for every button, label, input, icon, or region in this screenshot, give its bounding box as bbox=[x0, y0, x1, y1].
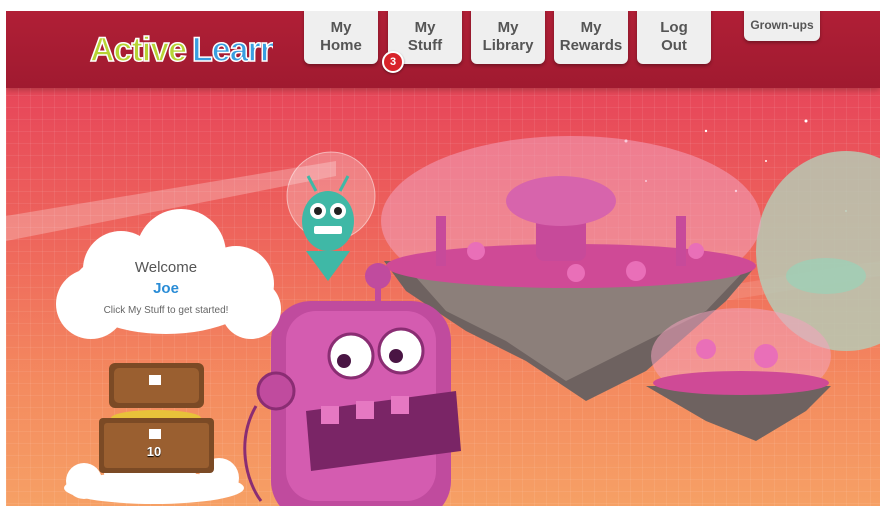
top-navigation-bar: Active Learn My Home My Stuff My Library… bbox=[6, 11, 880, 88]
welcome-message: Welcome Joe Click My Stuff to get starte… bbox=[91, 259, 241, 317]
my-library-line2: Library bbox=[482, 36, 534, 54]
chest-lock-icon bbox=[149, 429, 161, 439]
my-library-button[interactable]: My Library bbox=[471, 11, 545, 64]
my-library-line1: My bbox=[497, 18, 519, 36]
log-out-line2: Out bbox=[661, 36, 687, 54]
welcome-hint: Click My Stuff to get started! bbox=[103, 305, 229, 316]
my-home-line2: Home bbox=[320, 36, 362, 54]
my-rewards-line1: My bbox=[580, 18, 602, 36]
user-name: Joe bbox=[153, 280, 179, 297]
chest-count: 10 bbox=[146, 444, 162, 459]
my-stuff-notification-badge: 3 bbox=[382, 51, 404, 73]
my-rewards-line2: Rewards bbox=[559, 36, 623, 54]
chest-lock-icon bbox=[149, 375, 161, 385]
log-out-button[interactable]: Log Out bbox=[637, 11, 711, 64]
my-stuff-line1: My bbox=[414, 18, 436, 36]
my-home-button[interactable]: My Home bbox=[304, 11, 378, 64]
my-stuff-line2: Stuff bbox=[407, 36, 443, 54]
logo-learn-word: Learn bbox=[192, 31, 273, 69]
home-stage: Active Learn My Home My Stuff My Library… bbox=[6, 11, 880, 506]
floating-island-small bbox=[646, 308, 831, 441]
welcome-title: Welcome bbox=[134, 259, 198, 276]
logo-active-word: Active bbox=[90, 31, 186, 69]
treasure-chest[interactable] bbox=[54, 363, 254, 506]
alien-character bbox=[286, 151, 376, 281]
my-rewards-button[interactable]: My Rewards bbox=[554, 11, 628, 64]
my-home-line1: My bbox=[330, 18, 352, 36]
grownups-button[interactable]: Grown-ups bbox=[744, 11, 820, 41]
log-out-line1: Log bbox=[660, 18, 688, 36]
activelearn-logo[interactable]: Active Learn bbox=[88, 23, 273, 71]
